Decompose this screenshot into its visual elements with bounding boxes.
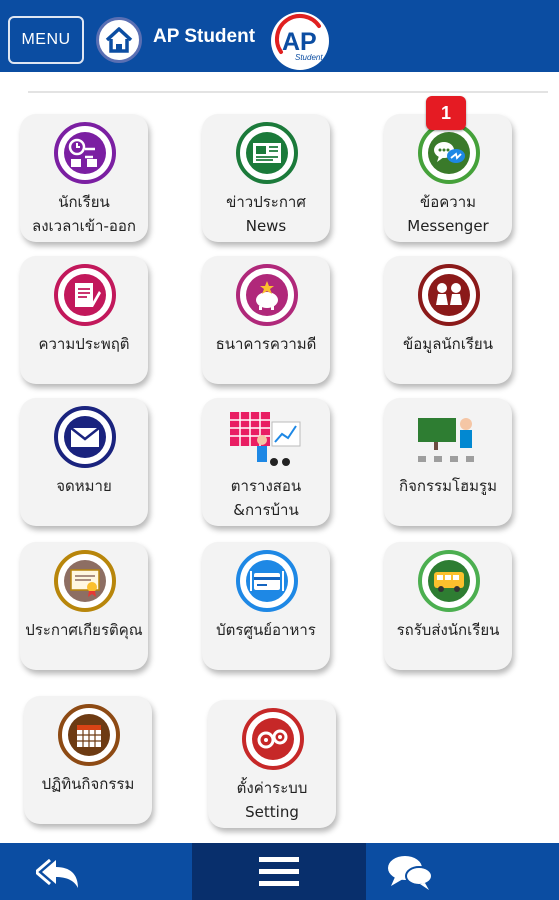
menu-button[interactable]: MENU: [8, 16, 84, 64]
chat-icon[interactable]: [384, 843, 436, 900]
bottom-nav: [0, 843, 559, 900]
tile-label: บัตรศูนย์อาหาร: [216, 621, 316, 639]
classroom-icon: [410, 406, 488, 468]
tile-label: ตั้งค่าระบบ Setting: [236, 779, 308, 821]
tile-messenger[interactable]: ข้อความ Messenger: [384, 114, 512, 242]
envelope-icon: [54, 406, 116, 468]
tile-activity-calendar[interactable]: ปฏิทินกิจกรรม: [24, 696, 152, 824]
tile-certificate[interactable]: ประกาศเกียรติคุณ: [20, 542, 148, 670]
clock-attendance-icon: [54, 122, 116, 184]
tile-news[interactable]: ข่าวประกาศ News: [202, 114, 330, 242]
svg-text:AP: AP: [282, 28, 317, 56]
tile-label: ข้อมูลนักเรียน: [403, 335, 493, 353]
home-icon[interactable]: [96, 17, 142, 63]
school-bus-icon: [418, 550, 480, 612]
tile-label: ข่าวประกาศ News: [226, 193, 306, 235]
tile-label: ธนาคารความดี: [215, 335, 317, 353]
divider: [28, 91, 548, 93]
tile-good-deed-bank[interactable]: ธนาคารความดี: [202, 256, 330, 384]
chat-bubbles-icon: [418, 122, 480, 184]
tile-homeroom-activity[interactable]: กิจกรรมโฮมรูม: [384, 398, 512, 526]
top-bar: MENU AP Student AP Student: [0, 0, 559, 72]
svg-text:Student: Student: [295, 53, 323, 62]
gears-icon: [242, 708, 304, 770]
tile-food-court-card[interactable]: บัตรศูนย์อาหาร: [202, 542, 330, 670]
back-arrow-icon[interactable]: [30, 843, 90, 900]
tile-label: รถรับส่งนักเรียน: [396, 621, 500, 639]
tile-label: ข้อความ Messenger: [407, 193, 489, 235]
tile-label: กิจกรรมโฮมรูม: [399, 477, 497, 495]
tile-settings[interactable]: ตั้งค่าระบบ Setting: [208, 700, 336, 828]
tile-mail[interactable]: จดหมาย: [20, 398, 148, 526]
hamburger-icon[interactable]: [199, 843, 359, 900]
students-icon: [418, 264, 480, 326]
tile-label: ประกาศเกียรติคุณ: [25, 621, 143, 639]
piggy-bank-icon: [236, 264, 298, 326]
tile-label: จดหมาย: [56, 477, 112, 495]
tile-student-attendance[interactable]: นักเรียน ลงเวลาเข้า-ออก: [20, 114, 148, 242]
calendar-icon: [58, 704, 120, 766]
tile-label: ปฏิทินกิจกรรม: [41, 775, 135, 793]
food-card-icon: [236, 550, 298, 612]
tile-school-bus[interactable]: รถรับส่งนักเรียน: [384, 542, 512, 670]
ap-student-logo: AP Student: [271, 12, 329, 70]
notification-badge: 1: [426, 96, 466, 130]
app-title: AP Student: [153, 26, 256, 47]
tile-timetable-homework[interactable]: ตารางสอน &การบ้าน: [202, 398, 330, 526]
newspaper-icon: [236, 122, 298, 184]
tile-label: ตารางสอน &การบ้าน: [230, 477, 302, 519]
certificate-icon: [54, 550, 116, 612]
tile-label: ความประพฤติ: [38, 335, 130, 353]
tile-label: นักเรียน ลงเวลาเข้า-ออก: [32, 193, 136, 235]
tile-student-info[interactable]: ข้อมูลนักเรียน: [384, 256, 512, 384]
timetable-icon: [228, 406, 306, 468]
tile-behavior[interactable]: ความประพฤติ: [20, 256, 148, 384]
notebook-pen-icon: [54, 264, 116, 326]
